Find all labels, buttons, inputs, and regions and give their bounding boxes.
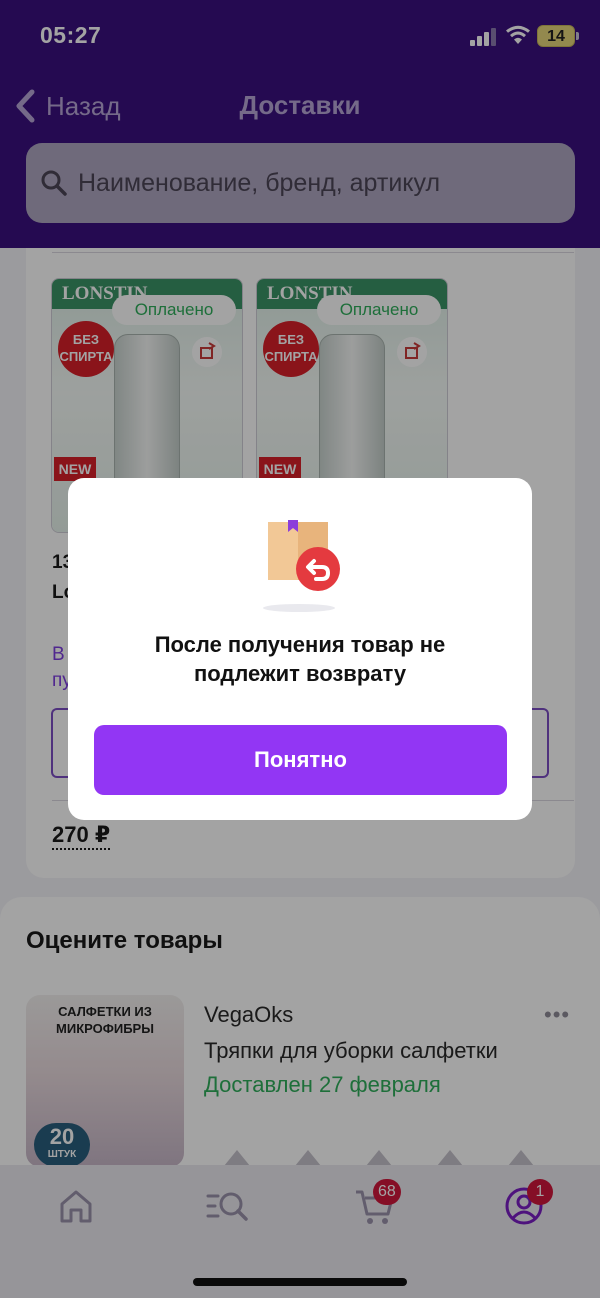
return-box-icon bbox=[263, 520, 340, 612]
understood-button[interactable]: Понятно bbox=[94, 725, 507, 795]
dialog-message: После получения товар не подлежит возвра… bbox=[154, 632, 446, 686]
